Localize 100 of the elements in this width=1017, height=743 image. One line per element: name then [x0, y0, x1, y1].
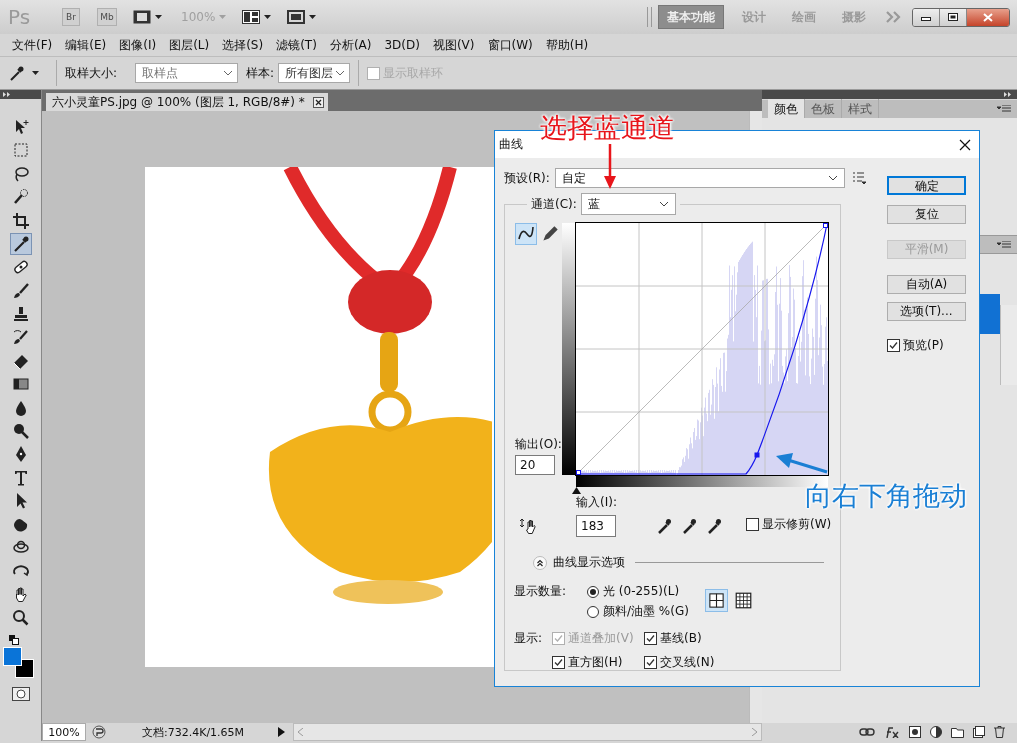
link-icon[interactable] [859, 727, 875, 737]
chevron-down-icon [658, 201, 669, 207]
input-label: 输入(I): [576, 494, 617, 511]
field-label: 显示: [514, 630, 544, 647]
menu-item[interactable]: 滤镜(T) [276, 36, 317, 54]
chevron-down-icon [223, 70, 234, 76]
chevron-down-icon [828, 175, 838, 181]
collapse-button[interactable] [533, 555, 547, 570]
dialog-button[interactable]: 自动(A) [887, 275, 966, 294]
field-label: 样本: [246, 64, 275, 82]
checkbox-label[interactable]: 基线(B) [660, 630, 702, 647]
grid-4-icon[interactable] [704, 589, 728, 612]
collapse-panel-icon[interactable] [1004, 92, 1013, 97]
checkbox[interactable] [887, 339, 900, 352]
sample-dropdown[interactable]: 所有图层 [278, 63, 351, 83]
caret-icon [219, 15, 227, 19]
dialog-title: 曲线 [499, 136, 523, 153]
minimize-button[interactable] [913, 8, 940, 26]
input-slider-handle-icon[interactable] [572, 487, 581, 494]
maximize-button[interactable] [940, 8, 967, 26]
curve-tool-icon[interactable] [515, 223, 537, 245]
menu-item[interactable]: 帮助(H) [545, 36, 589, 54]
close-icon [983, 12, 993, 22]
caret-icon [32, 71, 39, 75]
input-field[interactable]: 183 [576, 515, 616, 537]
menu-item[interactable]: 图层(L) [169, 36, 210, 54]
menu-item[interactable]: 编辑(E) [65, 36, 107, 54]
eyedropper-icon [8, 64, 26, 82]
field-label: 显示数量: [514, 583, 568, 600]
section-title: 曲线显示选项 [553, 554, 625, 571]
caret-icon [309, 15, 317, 19]
menu-item[interactable]: 分析(A) [329, 36, 372, 54]
folder-icon[interactable] [951, 726, 964, 738]
screen-mode-icon [287, 10, 306, 24]
menu-item[interactable]: 图像(I) [119, 36, 157, 54]
menu-item[interactable]: 视图(V) [432, 36, 475, 54]
preset-dropdown[interactable]: 自定 [555, 168, 845, 188]
checkbox-label[interactable]: 显示修剪(W) [761, 516, 832, 533]
checkbox-label[interactable]: 交叉线(N) [660, 654, 715, 671]
document-tab[interactable]: 六小灵童PS.jpg @ 100% (图层 1, RGB/8#) * [46, 93, 328, 111]
radio-label[interactable]: 光 (0-255)(L) [603, 583, 680, 600]
dialog-button[interactable]: 选项(T)... [887, 302, 966, 321]
radio-label[interactable]: 颜料/油墨 %(G) [603, 603, 689, 620]
output-field[interactable]: 20 [515, 455, 555, 475]
expand-panel-icon[interactable] [3, 92, 12, 97]
menu-item[interactable]: 文件(F) [12, 36, 53, 54]
bridge-button[interactable]: Br [62, 8, 80, 26]
field-label: 取样大小: [65, 64, 118, 82]
maximize-icon [948, 13, 958, 21]
quick-mask-icon[interactable] [11, 686, 30, 701]
close-icon[interactable] [959, 138, 971, 151]
close-button[interactable] [967, 8, 1009, 26]
curve-point[interactable] [754, 452, 760, 458]
preset-menu-icon[interactable] [853, 172, 867, 184]
checkbox[interactable] [552, 656, 565, 669]
layer-mask-icon[interactable] [909, 726, 921, 738]
close-icon[interactable] [312, 96, 324, 108]
checkbox[interactable] [644, 632, 657, 645]
dialog-button[interactable]: 复位 [887, 205, 966, 224]
layout-icon [242, 10, 261, 24]
annotation-text: 向右下角拖动 [805, 482, 967, 509]
caret-icon [155, 15, 162, 19]
checkbox[interactable] [644, 656, 657, 669]
radio-button[interactable] [587, 585, 599, 598]
chevron-down-icon [335, 70, 346, 76]
menu-item[interactable]: 选择(S) [222, 36, 264, 54]
field-label: 通道(C): [531, 195, 577, 213]
checkbox-label[interactable]: 直方图(H) [568, 654, 623, 671]
checkbox[interactable] [745, 518, 759, 531]
zoom-field[interactable]: 100% [42, 723, 86, 741]
checkbox-label[interactable]: 预览(P) [903, 337, 944, 354]
field-label: 预设(R): [504, 169, 551, 187]
dialog-button[interactable]: 确定 [887, 176, 966, 195]
channel-dropdown[interactable]: 蓝 [580, 193, 676, 215]
layers-panel-scrollbar[interactable] [1000, 305, 1017, 385]
film-strip-icon [133, 10, 151, 24]
radio-button[interactable] [587, 605, 599, 618]
screen-mode-button[interactable] [287, 10, 317, 24]
adjustment-layer-icon[interactable] [930, 726, 942, 738]
caret-icon [264, 15, 272, 19]
status-menu-icon[interactable] [92, 725, 106, 739]
annotation-arrow [776, 452, 828, 474]
panel-menu-icon[interactable] [997, 240, 1011, 249]
mini-bridge-button[interactable]: Mb [97, 8, 117, 26]
color-swatches[interactable] [3, 646, 34, 679]
menu-item[interactable]: 窗口(W) [487, 36, 533, 54]
arrange-documents-button[interactable] [242, 10, 272, 24]
document-info: 文档:732.4K/1.65M [142, 724, 246, 740]
menu-item[interactable]: 3D(D) [384, 38, 420, 52]
sample-size-dropdown[interactable]: 取样点 [135, 63, 239, 83]
expand-arrow-icon[interactable] [278, 727, 285, 737]
panel-menu-icon[interactable] [997, 105, 1011, 113]
curve-point[interactable] [823, 223, 828, 228]
new-layer-icon[interactable] [973, 726, 985, 738]
effects-icon[interactable] [884, 726, 900, 738]
app-logo: Ps [8, 5, 32, 29]
default-colors-icon[interactable] [8, 634, 19, 645]
view-extras-button[interactable] [133, 10, 162, 24]
eyedropper-tool-icon[interactable] [9, 232, 32, 255]
trash-icon[interactable] [994, 726, 1005, 738]
